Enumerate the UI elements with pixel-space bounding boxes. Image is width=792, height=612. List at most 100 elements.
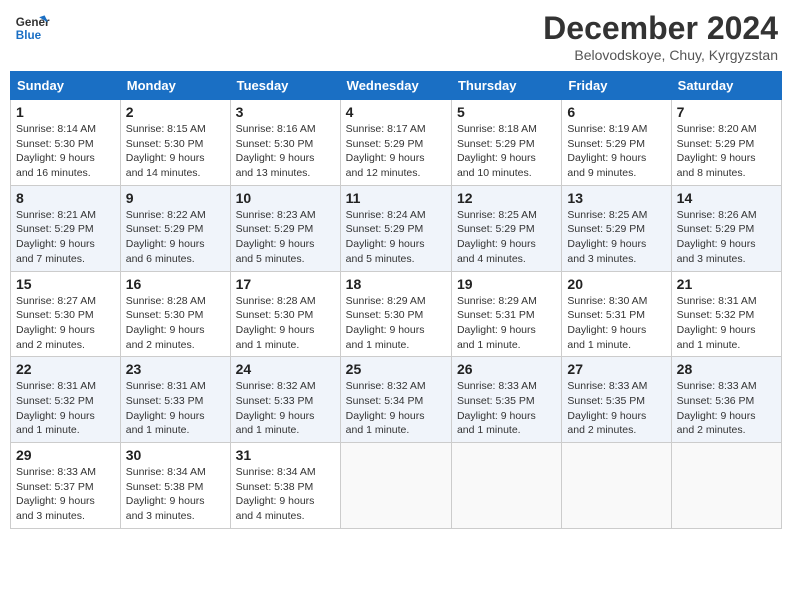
calendar-cell: 21Sunrise: 8:31 AMSunset: 5:32 PMDayligh…	[671, 271, 781, 357]
day-info: Sunrise: 8:33 AMSunset: 5:35 PMDaylight:…	[457, 379, 556, 438]
day-number: 4	[346, 104, 446, 120]
day-number: 18	[346, 276, 446, 292]
column-header-sunday: Sunday	[11, 72, 121, 100]
column-header-tuesday: Tuesday	[230, 72, 340, 100]
day-number: 14	[677, 190, 776, 206]
day-info: Sunrise: 8:30 AMSunset: 5:31 PMDaylight:…	[567, 294, 665, 353]
day-number: 13	[567, 190, 665, 206]
page-header: General Blue December 2024 Belovodskoye,…	[10, 10, 782, 63]
day-info: Sunrise: 8:21 AMSunset: 5:29 PMDaylight:…	[16, 208, 115, 267]
day-info: Sunrise: 8:15 AMSunset: 5:30 PMDaylight:…	[126, 122, 225, 181]
column-header-saturday: Saturday	[671, 72, 781, 100]
day-number: 29	[16, 447, 115, 463]
calendar-cell: 5 Sunrise: 8:18 AMSunset: 5:29 PMDaylight…	[451, 100, 561, 186]
calendar-cell: 18 Sunrise: 8:29 AMSunset: 5:30 PMDayligh…	[340, 271, 451, 357]
logo: General Blue	[14, 10, 50, 46]
day-number: 31	[236, 447, 335, 463]
calendar-cell: 1 Sunrise: 8:14 AMSunset: 5:30 PMDaylight…	[11, 100, 121, 186]
location-subtitle: Belovodskoye, Chuy, Kyrgyzstan	[543, 47, 778, 63]
calendar-cell: 2 Sunrise: 8:15 AMSunset: 5:30 PMDaylight…	[120, 100, 230, 186]
day-info: Sunrise: 8:28 AMSunset: 5:30 PMDaylight:…	[236, 294, 335, 353]
calendar-header-row: SundayMondayTuesdayWednesdayThursdayFrid…	[11, 72, 782, 100]
day-number: 8	[16, 190, 115, 206]
day-number: 16	[126, 276, 225, 292]
column-header-monday: Monday	[120, 72, 230, 100]
calendar-cell	[671, 443, 781, 529]
day-number: 15	[16, 276, 115, 292]
day-number: 6	[567, 104, 665, 120]
day-info: Sunrise: 8:34 AMSunset: 5:38 PMDaylight:…	[126, 465, 225, 524]
day-info: Sunrise: 8:25 AMSunset: 5:29 PMDaylight:…	[567, 208, 665, 267]
calendar-cell: 30Sunrise: 8:34 AMSunset: 5:38 PMDayligh…	[120, 443, 230, 529]
calendar-cell: 9 Sunrise: 8:22 AMSunset: 5:29 PMDaylight…	[120, 185, 230, 271]
calendar-week-row: 22 Sunrise: 8:31 AMSunset: 5:32 PMDayligh…	[11, 357, 782, 443]
day-info: Sunrise: 8:31 AMSunset: 5:32 PMDaylight:…	[16, 379, 115, 438]
day-number: 10	[236, 190, 335, 206]
calendar-cell: 31 Sunrise: 8:34 AMSunset: 5:38 PMDayligh…	[230, 443, 340, 529]
calendar-cell: 25 Sunrise: 8:32 AMSunset: 5:34 PMDayligh…	[340, 357, 451, 443]
day-number: 2	[126, 104, 225, 120]
day-info: Sunrise: 8:18 AMSunset: 5:29 PMDaylight:…	[457, 122, 556, 181]
title-block: December 2024 Belovodskoye, Chuy, Kyrgyz…	[543, 10, 778, 63]
calendar-cell	[451, 443, 561, 529]
day-number: 5	[457, 104, 556, 120]
day-info: Sunrise: 8:32 AMSunset: 5:34 PMDaylight:…	[346, 379, 446, 438]
day-info: Sunrise: 8:29 AMSunset: 5:30 PMDaylight:…	[346, 294, 446, 353]
calendar-cell	[340, 443, 451, 529]
calendar-cell: 6 Sunrise: 8:19 AMSunset: 5:29 PMDaylight…	[562, 100, 671, 186]
day-info: Sunrise: 8:33 AMSunset: 5:37 PMDaylight:…	[16, 465, 115, 524]
calendar-cell: 22 Sunrise: 8:31 AMSunset: 5:32 PMDayligh…	[11, 357, 121, 443]
day-number: 23	[126, 361, 225, 377]
day-info: Sunrise: 8:17 AMSunset: 5:29 PMDaylight:…	[346, 122, 446, 181]
day-number: 1	[16, 104, 115, 120]
day-info: Sunrise: 8:24 AMSunset: 5:29 PMDaylight:…	[346, 208, 446, 267]
day-number: 25	[346, 361, 446, 377]
day-number: 7	[677, 104, 776, 120]
day-number: 27	[567, 361, 665, 377]
calendar-cell: 16 Sunrise: 8:28 AMSunset: 5:30 PMDayligh…	[120, 271, 230, 357]
calendar-cell	[562, 443, 671, 529]
day-number: 17	[236, 276, 335, 292]
calendar-cell: 24Sunrise: 8:32 AMSunset: 5:33 PMDayligh…	[230, 357, 340, 443]
day-info: Sunrise: 8:19 AMSunset: 5:29 PMDaylight:…	[567, 122, 665, 181]
day-info: Sunrise: 8:26 AMSunset: 5:29 PMDaylight:…	[677, 208, 776, 267]
day-info: Sunrise: 8:14 AMSunset: 5:30 PMDaylight:…	[16, 122, 115, 181]
day-number: 11	[346, 190, 446, 206]
day-info: Sunrise: 8:22 AMSunset: 5:29 PMDaylight:…	[126, 208, 225, 267]
calendar-cell: 23 Sunrise: 8:31 AMSunset: 5:33 PMDayligh…	[120, 357, 230, 443]
calendar-cell: 3 Sunrise: 8:16 AMSunset: 5:30 PMDaylight…	[230, 100, 340, 186]
logo-icon: General Blue	[14, 10, 50, 46]
column-header-wednesday: Wednesday	[340, 72, 451, 100]
calendar-cell: 27 Sunrise: 8:33 AMSunset: 5:35 PMDayligh…	[562, 357, 671, 443]
day-info: Sunrise: 8:20 AMSunset: 5:29 PMDaylight:…	[677, 122, 776, 181]
calendar-cell: 8 Sunrise: 8:21 AMSunset: 5:29 PMDaylight…	[11, 185, 121, 271]
calendar-cell: 13 Sunrise: 8:25 AMSunset: 5:29 PMDayligh…	[562, 185, 671, 271]
day-number: 9	[126, 190, 225, 206]
day-info: Sunrise: 8:33 AMSunset: 5:35 PMDaylight:…	[567, 379, 665, 438]
day-info: Sunrise: 8:28 AMSunset: 5:30 PMDaylight:…	[126, 294, 225, 353]
day-info: Sunrise: 8:31 AMSunset: 5:33 PMDaylight:…	[126, 379, 225, 438]
calendar-cell: 7 Sunrise: 8:20 AMSunset: 5:29 PMDaylight…	[671, 100, 781, 186]
day-info: Sunrise: 8:16 AMSunset: 5:30 PMDaylight:…	[236, 122, 335, 181]
day-info: Sunrise: 8:32 AMSunset: 5:33 PMDaylight:…	[236, 379, 335, 438]
calendar-week-row: 15 Sunrise: 8:27 AMSunset: 5:30 PMDayligh…	[11, 271, 782, 357]
svg-text:Blue: Blue	[16, 29, 42, 42]
calendar-cell: 19 Sunrise: 8:29 AMSunset: 5:31 PMDayligh…	[451, 271, 561, 357]
calendar-week-row: 29 Sunrise: 8:33 AMSunset: 5:37 PMDayligh…	[11, 443, 782, 529]
day-number: 20	[567, 276, 665, 292]
calendar-cell: 29 Sunrise: 8:33 AMSunset: 5:37 PMDayligh…	[11, 443, 121, 529]
day-info: Sunrise: 8:23 AMSunset: 5:29 PMDaylight:…	[236, 208, 335, 267]
day-info: Sunrise: 8:29 AMSunset: 5:31 PMDaylight:…	[457, 294, 556, 353]
day-number: 26	[457, 361, 556, 377]
day-info: Sunrise: 8:34 AMSunset: 5:38 PMDaylight:…	[236, 465, 335, 524]
day-number: 19	[457, 276, 556, 292]
day-number: 3	[236, 104, 335, 120]
calendar-cell: 20 Sunrise: 8:30 AMSunset: 5:31 PMDayligh…	[562, 271, 671, 357]
calendar-cell: 11 Sunrise: 8:24 AMSunset: 5:29 PMDayligh…	[340, 185, 451, 271]
calendar-cell: 10 Sunrise: 8:23 AMSunset: 5:29 PMDayligh…	[230, 185, 340, 271]
column-header-thursday: Thursday	[451, 72, 561, 100]
day-info: Sunrise: 8:27 AMSunset: 5:30 PMDaylight:…	[16, 294, 115, 353]
day-number: 21	[677, 276, 776, 292]
calendar-week-row: 8 Sunrise: 8:21 AMSunset: 5:29 PMDaylight…	[11, 185, 782, 271]
day-number: 22	[16, 361, 115, 377]
